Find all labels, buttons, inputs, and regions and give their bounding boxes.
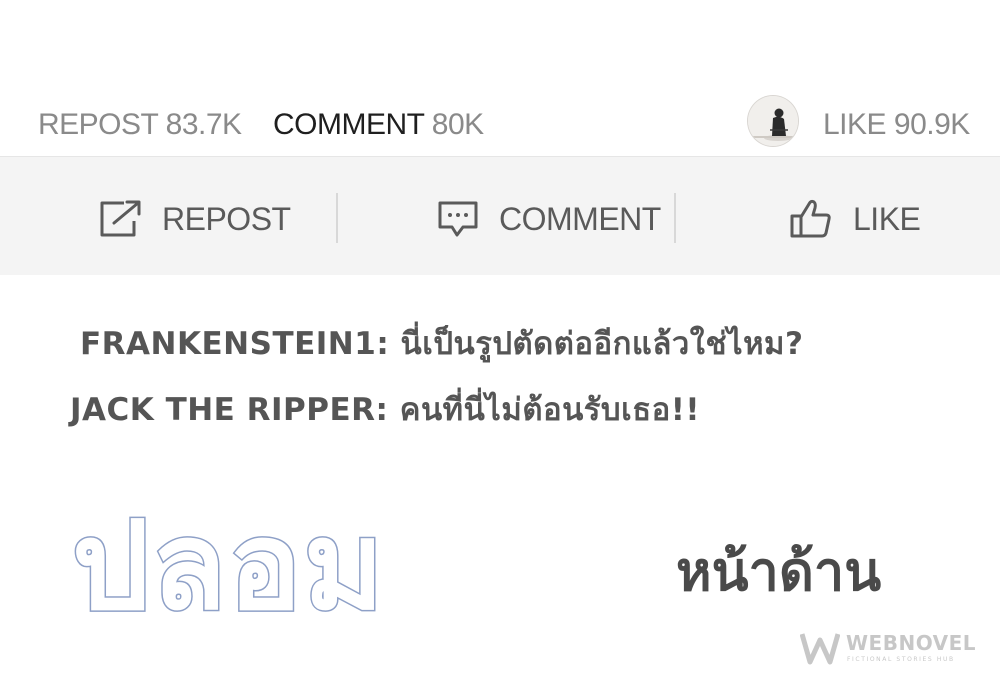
comment-button[interactable]: COMMENT [437,197,661,241]
overlay-word-fake: ปลอม [71,495,386,637]
watermark-tagline: FICTIONAL STORIES HUB [847,656,955,663]
repost-button[interactable]: REPOST [98,197,291,241]
comment-button-label: COMMENT [499,200,661,237]
comment-text: คนที่นี่ไม่ต้อนรับเธอ!! [399,392,701,428]
comment-count: 80K [431,108,484,141]
share-out-icon [100,200,141,237]
like-stat[interactable]: LIKE 90.9K [823,108,970,142]
like-count: 90.9K [893,108,970,141]
like-stat-label: LIKE [823,108,887,141]
comment-stat-label: COMMENT [273,108,424,141]
webnovel-logo-icon [800,633,840,665]
post-stats-row: REPOST 83.7K COMMENT 80K LIKE 90.9K [0,96,1000,157]
thumbs-up-icon [790,199,831,238]
comment-line: FRANKENSTEIN1: นี่เป็นรูปตัดต่ออีกแล้วใช… [80,318,803,368]
avatar-image [748,96,798,146]
action-bar: REPOST COMMENT LIKE [0,157,1000,275]
speech-bubble-icon [438,201,478,237]
webnovel-watermark: WEBNOVEL FICTIONAL STORIES HUB [800,630,980,670]
overlay-word-shameless: หน้าด้าน [676,540,882,603]
repost-count: 83.7K [165,108,242,141]
like-button-label: LIKE [853,200,921,237]
liker-avatar[interactable] [748,96,798,146]
repost-stat-label: REPOST [38,108,158,141]
comment-stat[interactable]: COMMENT 80K [273,108,484,142]
comment-line: JACK THE RIPPER: คนที่นี่ไม่ต้อนรับเธอ!! [70,384,700,434]
repost-stat[interactable]: REPOST 83.7K [38,108,242,142]
repost-button-label: REPOST [162,200,291,237]
watermark-name: WEBNOVEL [846,631,977,655]
comment-username: JACK THE RIPPER: [70,392,389,428]
like-button[interactable]: LIKE [789,197,921,241]
comment-text: นี่เป็นรูปตัดต่ออีกแล้วใช่ไหม? [400,326,804,362]
comment-username: FRANKENSTEIN1: [80,326,390,362]
action-divider [674,193,676,243]
action-divider [336,193,338,243]
